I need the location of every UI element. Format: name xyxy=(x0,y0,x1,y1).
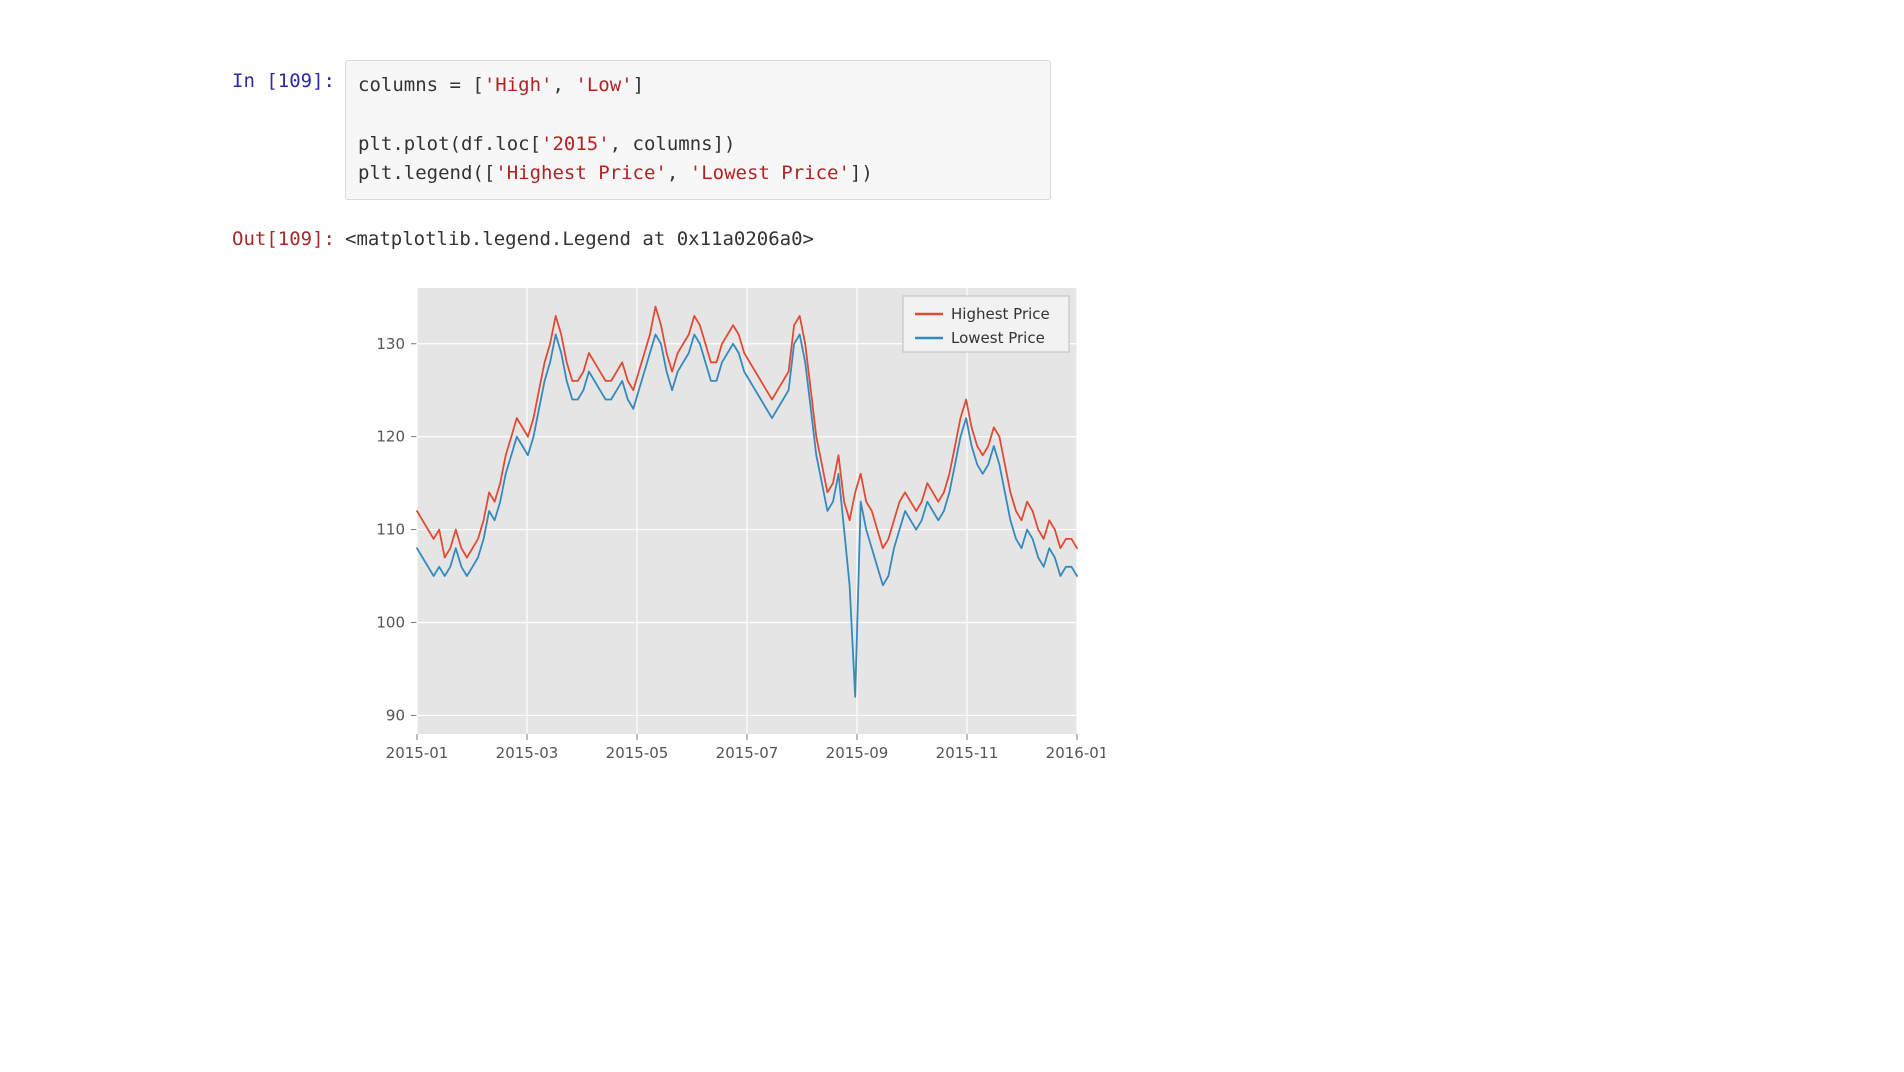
y-tick-label: 110 xyxy=(376,520,405,538)
x-tick-label: 2015-03 xyxy=(496,744,559,762)
x-tick-label: 2015-01 xyxy=(386,744,449,762)
x-tick-label: 2015-05 xyxy=(606,744,669,762)
output-cell: Out[109]: <matplotlib.legend.Legend at 0… xyxy=(220,218,1904,250)
legend: Highest Price Lowest Price xyxy=(903,296,1069,352)
x-tick-label: 2016-01 xyxy=(1046,744,1105,762)
y-tick-label: 90 xyxy=(386,706,405,724)
legend-label: Highest Price xyxy=(951,305,1050,323)
x-tick-label: 2015-07 xyxy=(716,744,779,762)
y-tick-label: 130 xyxy=(376,335,405,353)
out-prompt: Out[109]: xyxy=(220,218,345,250)
y-tick-label: 120 xyxy=(376,427,405,445)
out-repr: <matplotlib.legend.Legend at 0x11a0206a0… xyxy=(345,218,814,250)
y-tick-label: 100 xyxy=(376,613,405,631)
line-chart: 90 100 110 120 130 2015-01 2015-03 2015-05 2015-… xyxy=(345,274,1105,794)
input-cell: In [109]: columns = ['High', 'Low'] plt.… xyxy=(220,60,1904,200)
code-input[interactable]: columns = ['High', 'Low'] plt.plot(df.lo… xyxy=(345,60,1051,200)
plot-output: 90 100 110 120 130 2015-01 2015-03 2015-05 2015-… xyxy=(345,274,1904,794)
notebook: In [109]: columns = ['High', 'Low'] plt.… xyxy=(0,0,1904,794)
legend-label: Lowest Price xyxy=(951,329,1045,347)
x-tick-label: 2015-09 xyxy=(826,744,889,762)
in-prompt: In [109]: xyxy=(220,60,345,92)
x-tick-label: 2015-11 xyxy=(936,744,999,762)
